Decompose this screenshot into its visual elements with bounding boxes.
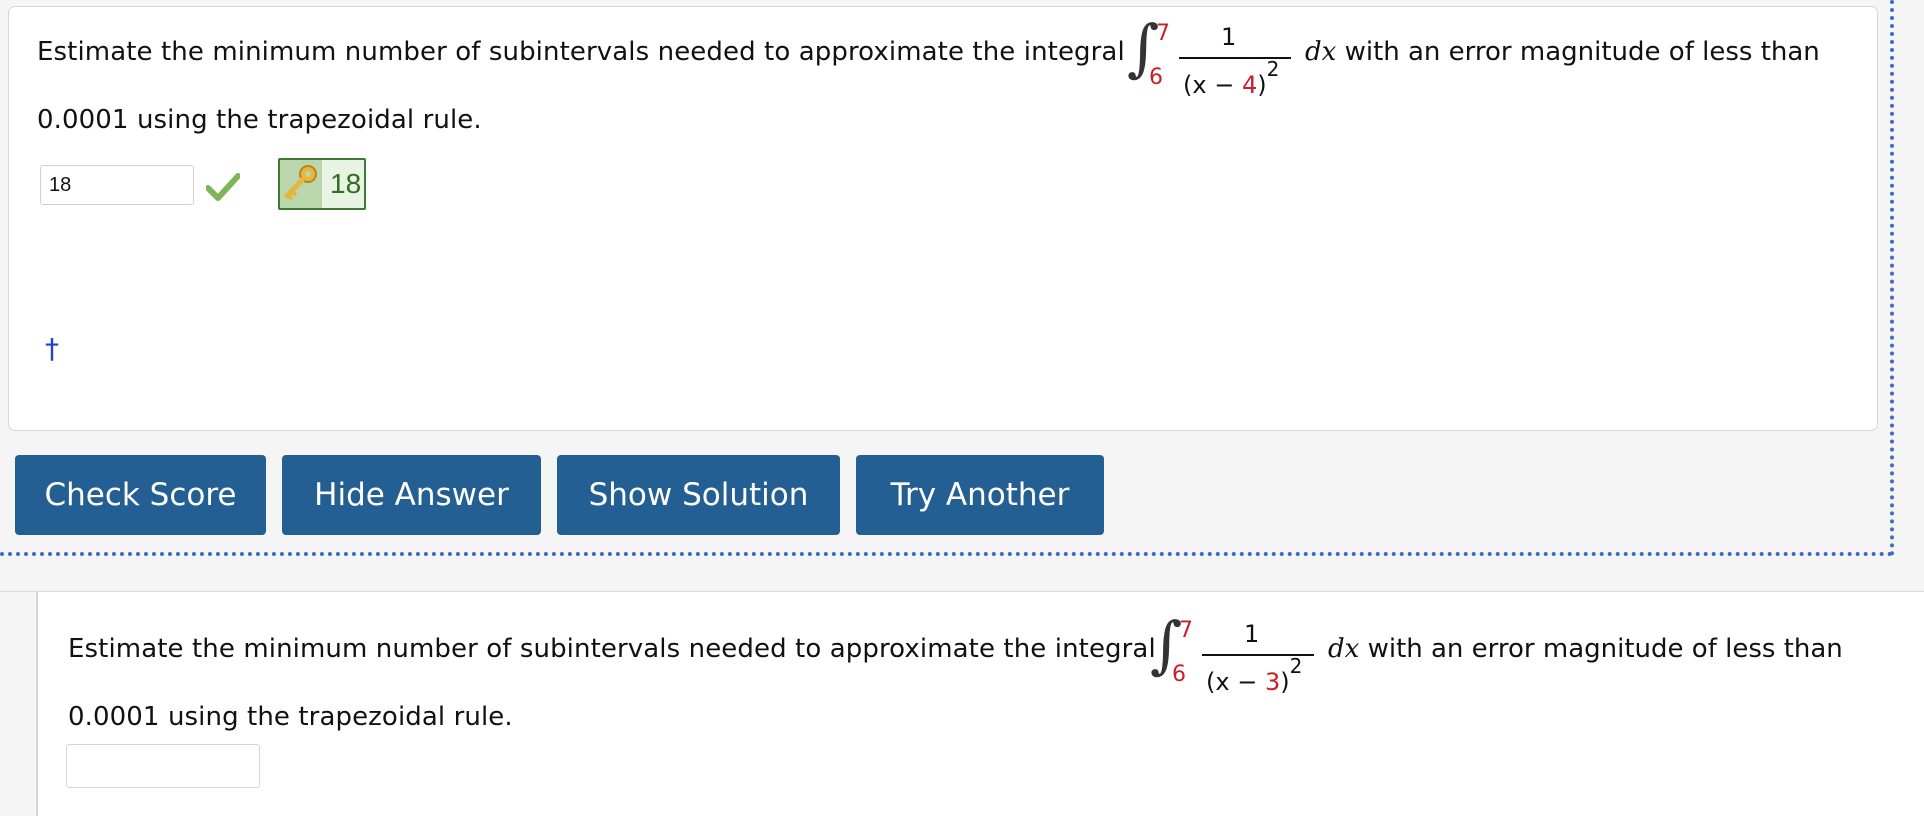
show-solution-button[interactable]: Show Solution	[557, 455, 840, 535]
question-1-container: Estimate the minimum number of subinterv…	[0, 0, 1894, 556]
question-2-card: Estimate the minimum number of subinterv…	[36, 592, 1924, 816]
check-score-button[interactable]: Check Score	[15, 455, 266, 535]
denominator-exponent: 2	[1266, 57, 1280, 81]
question-2-text-after: dx with an error magnitude of less than	[1328, 634, 1843, 664]
fraction-numerator: 1	[1244, 620, 1260, 648]
integral-upper-limit: 7	[1156, 21, 1170, 46]
correct-answer-box[interactable]: 18	[278, 158, 366, 210]
try-another-button[interactable]: Try Another	[856, 455, 1104, 535]
denominator-open: (x −	[1206, 668, 1265, 696]
question-1-text-line1: Estimate the minimum number of subinterv…	[37, 37, 1125, 67]
denominator-value: 4	[1241, 71, 1258, 99]
fraction-numerator: 1	[1221, 23, 1237, 51]
question-1-text-after: dx with an error magnitude of less than	[1305, 37, 1820, 67]
integral-lower-limit: 6	[1149, 65, 1163, 90]
denominator-value: 3	[1264, 668, 1281, 696]
integral-lower-limit: 6	[1172, 662, 1186, 687]
hide-answer-button[interactable]: Hide Answer	[282, 455, 541, 535]
question-1-text-line2: 0.0001 using the trapezoidal rule.	[37, 105, 482, 135]
question-1-integral: ∫ 7 6 1 (x − 4)2	[1127, 17, 1317, 105]
integral-upper-limit: 7	[1179, 618, 1193, 643]
checkmark-icon	[206, 173, 240, 201]
differential: dx	[1305, 37, 1337, 67]
question-2-text-after-words: with an error magnitude of less than	[1359, 634, 1843, 664]
denominator-close: )	[1257, 71, 1267, 99]
question-2-integral: ∫ 7 6 1 (x − 3)2	[1150, 614, 1340, 702]
question-2-text-line2: 0.0001 using the trapezoidal rule.	[68, 702, 513, 732]
fraction-denominator: (x − 3)2	[1206, 654, 1302, 696]
question-1-text-before: Estimate the minimum number of subinterv…	[37, 37, 1125, 67]
differential: dx	[1328, 634, 1360, 664]
denominator-exponent: 2	[1289, 654, 1303, 678]
question-2-text-line1: Estimate the minimum number of subinterv…	[68, 634, 1156, 664]
question-1-card: Estimate the minimum number of subinterv…	[8, 6, 1878, 431]
fraction-denominator: (x − 4)2	[1183, 57, 1279, 99]
question-1-text-after-words: with an error magnitude of less than	[1336, 37, 1820, 67]
question-2-answer-input[interactable]	[66, 744, 260, 788]
key-icon	[284, 165, 317, 201]
correct-answer-value: 18	[330, 168, 362, 199]
page: Estimate the minimum number of subinterv…	[0, 0, 1924, 816]
question-1-answer-input[interactable]	[40, 165, 194, 205]
key-icon-container	[280, 160, 322, 208]
question-2-text-before: Estimate the minimum number of subinterv…	[68, 634, 1156, 664]
dagger-footnote-marker: †	[45, 332, 59, 365]
denominator-open: (x −	[1183, 71, 1242, 99]
denominator-close: )	[1280, 668, 1290, 696]
